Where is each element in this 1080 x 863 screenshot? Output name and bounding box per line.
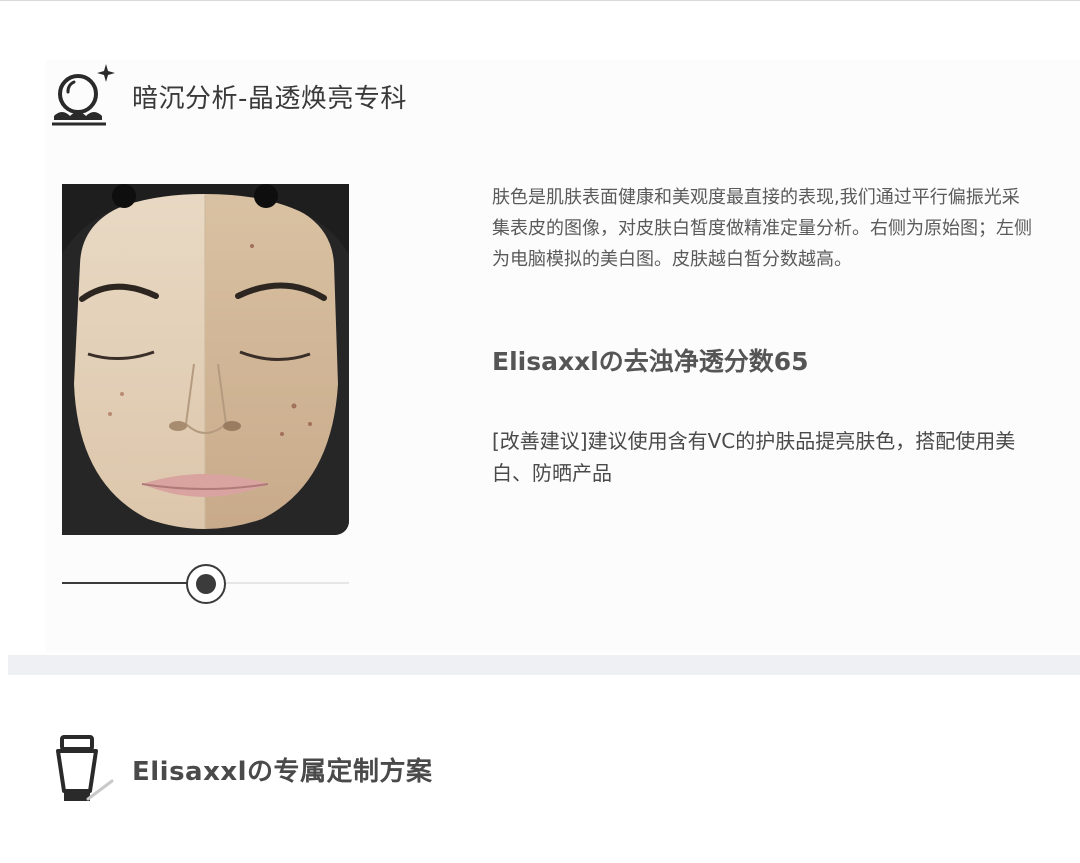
section-header-custom-plan: Elisaxxlの专属定制方案 — [48, 733, 433, 805]
section-header-dullness: 暗沉分析-晶透焕亮专科 — [48, 60, 407, 132]
section-title: Elisaxxlの专属定制方案 — [132, 756, 433, 787]
slider-handle[interactable] — [185, 564, 226, 604]
top-divider — [0, 0, 1080, 1]
cream-tube-icon — [48, 733, 120, 805]
score-heading: Elisaxxlの去浊净透分数65 — [492, 347, 809, 376]
improvement-advice: [改善建议]建议使用含有VC的护肤品提亮肤色，搭配使用美白、防晒产品 — [492, 429, 1016, 485]
face-comparison-image — [62, 184, 349, 535]
section-title: 暗沉分析-晶透焕亮专科 — [132, 83, 407, 114]
slider-fill — [62, 582, 206, 584]
analysis-description: 肤色是肌肤表面健康和美观度最直接的表现,我们通过平行偏振光采集表皮的图像，对皮肤… — [492, 187, 1032, 270]
pearl-sparkle-icon — [48, 60, 120, 132]
section-divider — [8, 655, 1080, 675]
slider-handle-dot — [195, 574, 216, 594]
comparison-slider[interactable] — [62, 562, 349, 606]
